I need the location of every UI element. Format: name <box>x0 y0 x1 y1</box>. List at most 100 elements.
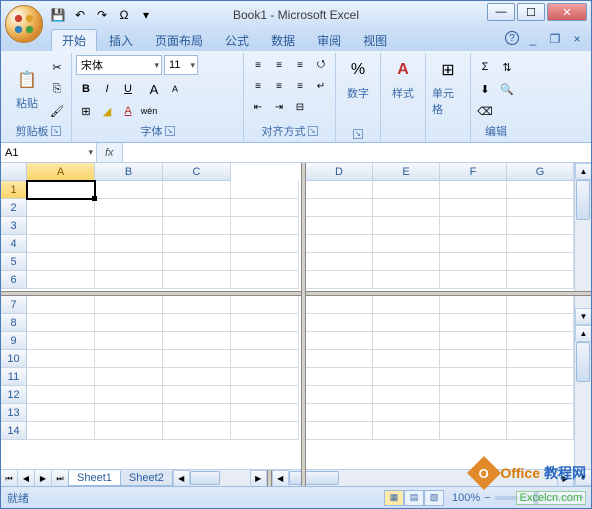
format-painter-icon[interactable]: 🖌 <box>47 101 67 121</box>
select-all-corner[interactable] <box>1 163 27 181</box>
cell[interactable] <box>163 404 231 422</box>
formula-input[interactable] <box>123 143 591 162</box>
cell[interactable] <box>306 181 373 199</box>
cell[interactable] <box>163 386 231 404</box>
hscroll-left-button[interactable]: ◀ <box>173 470 190 486</box>
cell[interactable] <box>27 368 95 386</box>
zoom-level[interactable]: 100% <box>452 492 480 504</box>
cell[interactable] <box>306 253 373 271</box>
undo-icon[interactable]: ↶ <box>71 6 89 24</box>
cell[interactable] <box>440 271 507 289</box>
cell[interactable] <box>163 350 231 368</box>
cut-icon[interactable]: ✂ <box>47 57 67 77</box>
styles-button[interactable]: A 样式 <box>385 55 421 103</box>
col-header[interactable]: B <box>95 163 163 181</box>
cell[interactable] <box>440 404 507 422</box>
cell[interactable] <box>163 368 231 386</box>
cell[interactable] <box>27 332 95 350</box>
phonetic-button[interactable]: wén <box>139 101 159 121</box>
vertical-scrollbar[interactable]: ▲ ▼ ▲ ▼ <box>574 163 591 486</box>
cell[interactable] <box>440 386 507 404</box>
cell[interactable] <box>27 235 95 253</box>
cell[interactable] <box>373 271 440 289</box>
decrease-indent-icon[interactable]: ⇤ <box>248 97 268 117</box>
underline-button[interactable]: U <box>118 79 138 99</box>
cell[interactable] <box>373 253 440 271</box>
view-pagebreak-button[interactable]: ▧ <box>424 490 444 506</box>
cell[interactable] <box>163 296 231 314</box>
increase-indent-icon[interactable]: ⇥ <box>269 97 289 117</box>
cell[interactable] <box>440 253 507 271</box>
cell[interactable] <box>507 422 574 440</box>
cell[interactable] <box>440 350 507 368</box>
cell[interactable] <box>231 296 299 314</box>
clear-button[interactable]: ⌫ <box>475 101 495 121</box>
align-top-icon[interactable]: ≡ <box>248 55 268 75</box>
find-icon[interactable]: 🔍 <box>497 79 517 99</box>
cell[interactable] <box>231 404 299 422</box>
cell[interactable] <box>163 199 231 217</box>
cell[interactable] <box>440 235 507 253</box>
cell[interactable] <box>27 181 95 199</box>
sheet-tab[interactable]: Sheet1 <box>68 471 121 486</box>
cell[interactable] <box>507 368 574 386</box>
font-size-combo[interactable]: 11 <box>164 55 198 75</box>
cell[interactable] <box>95 199 163 217</box>
cell[interactable] <box>373 217 440 235</box>
cell[interactable] <box>231 368 299 386</box>
row-header[interactable]: 1 <box>1 181 27 199</box>
col-header[interactable]: A <box>27 163 95 181</box>
row-header[interactable]: 11 <box>1 368 27 386</box>
help-icon[interactable]: ? <box>505 31 519 45</box>
cell[interactable] <box>163 332 231 350</box>
cell[interactable] <box>95 314 163 332</box>
bold-button[interactable]: B <box>76 79 96 99</box>
row-header[interactable]: 9 <box>1 332 27 350</box>
row-header[interactable]: 12 <box>1 386 27 404</box>
view-normal-button[interactable]: ▦ <box>384 490 404 506</box>
cell[interactable] <box>95 181 163 199</box>
cell[interactable] <box>306 332 373 350</box>
cell[interactable] <box>507 199 574 217</box>
cell[interactable] <box>507 253 574 271</box>
cell[interactable] <box>231 217 299 235</box>
hscroll-right-button-2[interactable]: ▶ <box>557 470 574 486</box>
align-bottom-icon[interactable]: ≡ <box>290 55 310 75</box>
cell[interactable] <box>306 314 373 332</box>
zoom-out-button[interactable]: − <box>484 492 490 504</box>
tab-review[interactable]: 审阅 <box>307 30 351 51</box>
scroll-down-button-2[interactable]: ▼ <box>575 469 591 486</box>
cell[interactable] <box>231 386 299 404</box>
row-header[interactable]: 2 <box>1 199 27 217</box>
sheet-first-button[interactable]: ⏮ <box>1 470 18 486</box>
cell[interactable] <box>95 368 163 386</box>
cell[interactable] <box>373 314 440 332</box>
tab-formulas[interactable]: 公式 <box>215 30 259 51</box>
row-header[interactable]: 8 <box>1 314 27 332</box>
cell[interactable] <box>27 199 95 217</box>
tab-view[interactable]: 视图 <box>353 30 397 51</box>
cell[interactable] <box>507 235 574 253</box>
scroll-down-button[interactable]: ▼ <box>575 308 591 325</box>
cell[interactable] <box>507 314 574 332</box>
wrap-text-icon[interactable]: ↵ <box>311 76 331 96</box>
row-header[interactable]: 13 <box>1 404 27 422</box>
cell[interactable] <box>163 314 231 332</box>
cell[interactable] <box>507 404 574 422</box>
cell[interactable] <box>163 253 231 271</box>
font-color-button[interactable]: A <box>118 101 138 121</box>
cell[interactable] <box>231 422 299 440</box>
cell[interactable] <box>231 235 299 253</box>
font-name-combo[interactable]: 宋体 <box>76 55 162 75</box>
cell[interactable] <box>306 296 373 314</box>
font-launcher[interactable]: ↘ <box>165 126 175 136</box>
sheet-next-button[interactable]: ▶ <box>35 470 52 486</box>
cell[interactable] <box>373 296 440 314</box>
cell[interactable] <box>373 199 440 217</box>
cell[interactable] <box>373 350 440 368</box>
paste-button[interactable]: 📋 粘贴 <box>9 55 45 122</box>
sheet-prev-button[interactable]: ◀ <box>18 470 35 486</box>
cell[interactable] <box>95 404 163 422</box>
merge-icon[interactable]: ⊟ <box>290 97 310 117</box>
autosum-button[interactable]: Σ <box>475 57 495 77</box>
